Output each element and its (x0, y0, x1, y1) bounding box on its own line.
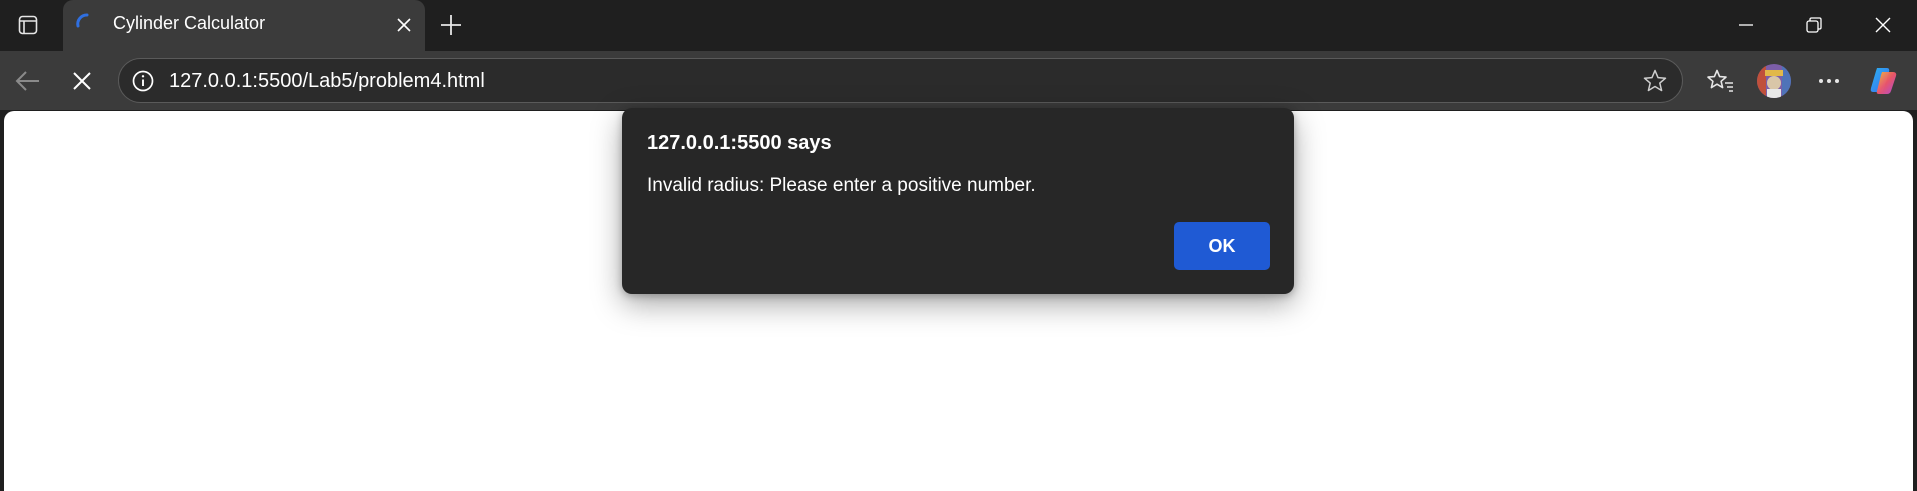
navigation-toolbar: 127.0.0.1:5500/Lab5/problem4.html (0, 51, 1917, 110)
dialog-message: Invalid radius: Please enter a positive … (647, 175, 1036, 196)
address-bar[interactable]: 127.0.0.1:5500/Lab5/problem4.html (118, 58, 1683, 103)
tab-title: Cylinder Calculator (113, 13, 266, 33)
profile-avatar[interactable] (1757, 64, 1791, 98)
tab-actions-button[interactable] (10, 8, 46, 42)
ok-button[interactable]: OK (1174, 222, 1270, 270)
minimize-button[interactable] (1718, 4, 1774, 46)
restore-button[interactable] (1786, 4, 1842, 46)
tab-close-button[interactable] (389, 10, 419, 40)
loading-spinner-icon (73, 12, 93, 34)
new-tab-button[interactable] (433, 8, 469, 42)
close-icon (1875, 17, 1891, 33)
copilot-button[interactable] (1865, 62, 1903, 100)
restore-icon (1806, 17, 1822, 33)
copilot-icon (1868, 66, 1900, 96)
alert-dialog: 127.0.0.1:5500 says Invalid radius: Plea… (622, 108, 1294, 294)
close-window-button[interactable] (1855, 4, 1911, 46)
site-info-icon[interactable] (131, 69, 155, 93)
settings-more-button[interactable] (1810, 62, 1848, 100)
browser-window: Cylinder Calculator 127.0.0.1:5500/Lab5/… (0, 0, 1917, 491)
dialog-title: 127.0.0.1:5500 says (647, 132, 832, 154)
tab-strip: Cylinder Calculator (0, 0, 1917, 51)
favorites-icon (1706, 68, 1734, 94)
plus-icon (440, 14, 462, 36)
more-dots-icon (1818, 78, 1840, 84)
stop-button[interactable] (63, 62, 101, 100)
minimize-icon (1739, 18, 1753, 32)
close-icon (397, 18, 411, 32)
tab-active[interactable]: Cylinder Calculator (63, 0, 425, 51)
url-text[interactable]: 127.0.0.1:5500/Lab5/problem4.html (169, 70, 485, 93)
favorite-star-icon[interactable] (1642, 68, 1668, 94)
stop-loading-icon (72, 71, 92, 91)
tab-actions-icon (18, 15, 38, 35)
back-button[interactable] (9, 62, 47, 100)
favorites-button[interactable] (1701, 62, 1739, 100)
back-arrow-icon (15, 70, 41, 92)
